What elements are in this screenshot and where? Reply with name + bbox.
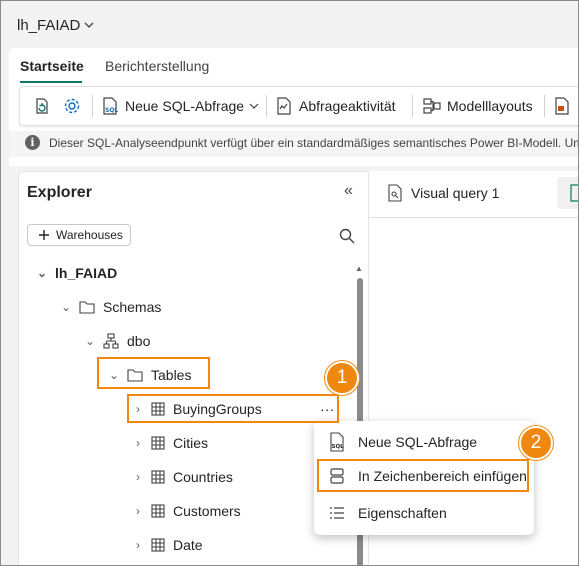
tree-item-label: Countries [173,469,233,485]
add-warehouses-button[interactable]: Warehouses [27,224,131,246]
explorer-title: Explorer [27,184,92,201]
table-icon [151,470,165,484]
sql-file-icon: SQL [103,97,118,115]
collapse-pane-icon[interactable]: « [344,182,353,200]
chevron-right-icon[interactable]: › [131,470,145,484]
callout-badge-1: 1 [325,361,359,395]
toolbar: SQL Neue SQL-Abfrage Abfrageaktivität Mo… [19,86,578,126]
svg-text:SQL: SQL [105,107,118,114]
menu-item-new-sql-query[interactable]: SQL Neue SQL-Abfrage › [314,426,534,458]
tree-item-countries[interactable]: › Countries [131,465,233,489]
activity-icon [277,97,291,115]
highlight-insert-canvas [317,459,529,492]
model-layout-icon [423,98,441,114]
tree-item-date[interactable]: › Date [131,533,203,557]
info-banner-text: Dieser SQL-Analyseendpunkt verfügt über … [49,136,579,150]
chevron-down-icon [249,103,259,109]
menu-item-label: Eigenschaften [358,505,447,521]
chevron-right-icon[interactable]: › [131,538,145,552]
visual-query-icon [388,184,402,202]
refresh-icon [36,98,48,114]
chevron-down-icon[interactable]: ⌄ [59,300,73,314]
tree-item-lakehouse[interactable]: ⌄ lh_FAIAD [35,261,117,285]
tree-item-label: Cities [173,435,209,451]
chevron-down-icon[interactable]: ⌄ [35,266,49,280]
tree-item-dbo[interactable]: ⌄ dbo [83,329,150,353]
secondary-tab-button[interactable] [557,177,578,209]
table-icon [151,436,165,450]
refresh-button[interactable] [32,96,52,116]
menu-item-label: Neue SQL-Abfrage [358,434,478,450]
sql-file-icon [555,97,569,115]
model-layouts-button[interactable]: Modelllayouts [422,96,533,116]
sql-icon: SQL [322,432,352,452]
menu-item-properties[interactable]: Eigenschaften [314,497,534,529]
highlight-tables [97,357,210,389]
highlight-buyinggroups [127,394,339,423]
tree-item-schemas[interactable]: ⌄ Schemas [59,295,161,319]
properties-icon [322,506,352,520]
tree-item-label: dbo [127,333,151,349]
tab-visual-query[interactable]: Visual query 1 [369,175,499,211]
plus-icon [39,230,49,240]
tab-reporting[interactable]: Berichterstellung [105,58,209,74]
tree-item-label: lh_FAIAD [55,265,118,281]
svg-text:SQL: SQL [332,444,345,450]
tree-item-label: Date [173,537,203,553]
gear-icon [64,98,80,114]
query-activity-label: Abfrageaktivität [299,98,396,114]
model-layouts-label: Modelllayouts [447,98,533,114]
tab-home[interactable]: Startseite [20,58,84,74]
table-icon [151,538,165,552]
new-sql-query-label: Neue SQL-Abfrage [125,98,245,114]
query-activity-button[interactable]: Abfrageaktivität [274,96,396,116]
workspace-name[interactable]: lh_FAIAD [17,17,80,34]
new-sql-query-button[interactable]: SQL Neue SQL-Abfrage [100,96,259,116]
callout-badge-2: 2 [519,426,553,460]
add-warehouses-label: Warehouses [56,228,123,242]
search-icon[interactable] [339,228,355,249]
active-tab-indicator [20,81,82,83]
title-bar: lh_FAIAD [1,1,578,47]
tree-item-cities[interactable]: › Cities [131,431,208,455]
divider [369,217,578,218]
more-toolbar-button[interactable]: S [552,96,578,116]
app-window: lh_FAIAD Startseite Berichterstellung SQ… [0,0,579,566]
chevron-right-icon[interactable]: › [131,504,145,518]
info-banner: i Dieser SQL-Analyseendpunkt verfügt übe… [9,131,578,157]
tree-item-customers[interactable]: › Customers [131,499,241,523]
settings-button[interactable] [62,96,82,116]
sql-file-icon [570,184,578,202]
info-icon: i [25,135,40,150]
chevron-down-icon[interactable]: ⌄ [83,334,97,348]
chevron-down-icon[interactable] [83,18,95,36]
schema-icon [103,333,119,349]
scroll-up-arrow-icon[interactable]: ▲ [355,264,363,273]
chevron-right-icon[interactable]: › [131,436,145,450]
tree-item-label: Schemas [103,299,162,315]
folder-icon [79,300,95,314]
tree-item-label: Customers [173,503,241,519]
tab-visual-query-label: Visual query 1 [411,185,500,201]
table-icon [151,504,165,518]
